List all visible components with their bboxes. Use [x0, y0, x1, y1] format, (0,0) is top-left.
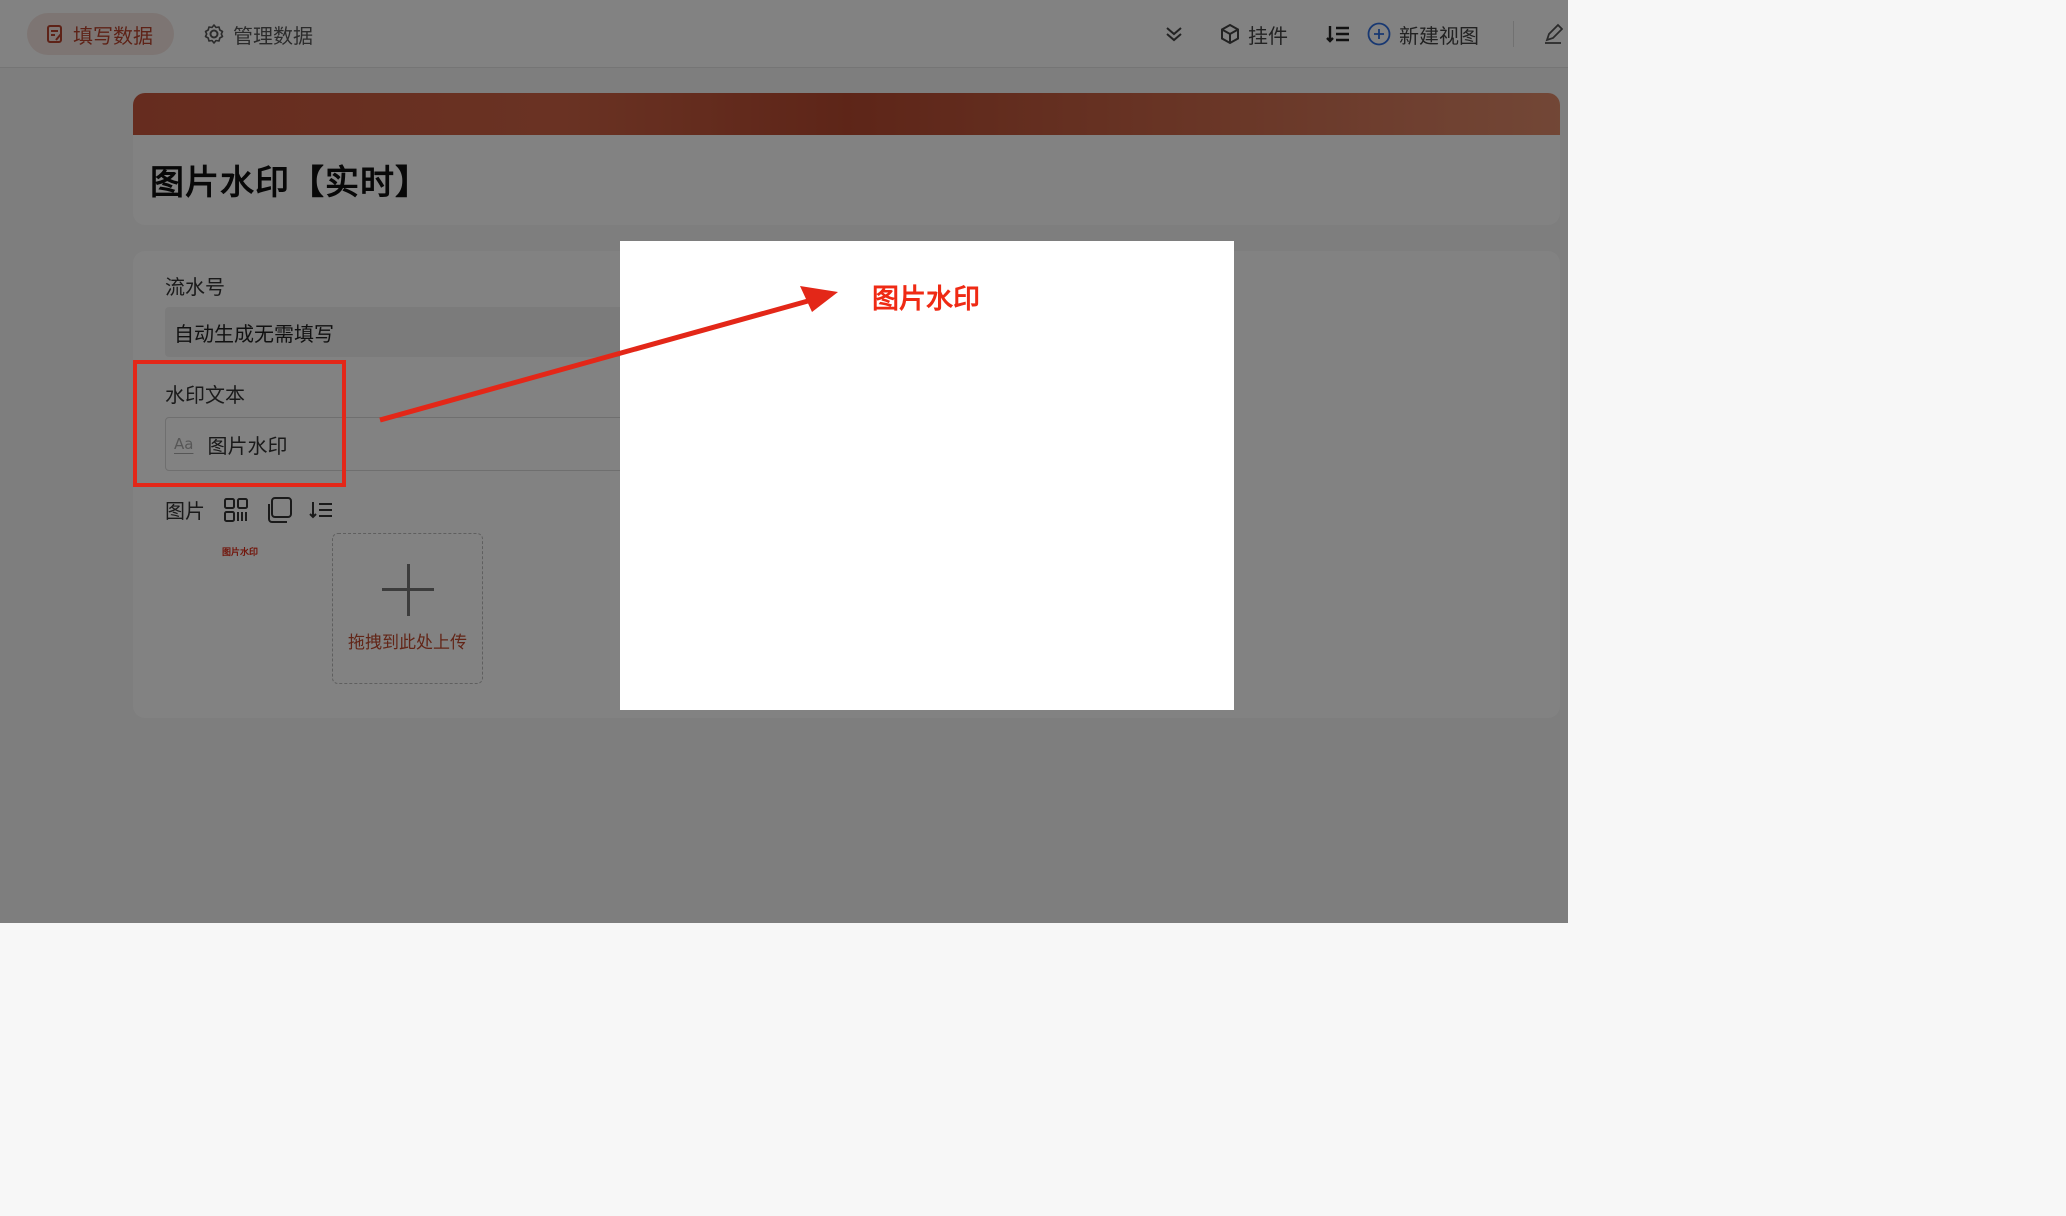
preview-watermark-text: 图片水印	[872, 284, 980, 315]
image-preview: 图片水印	[620, 241, 1234, 710]
